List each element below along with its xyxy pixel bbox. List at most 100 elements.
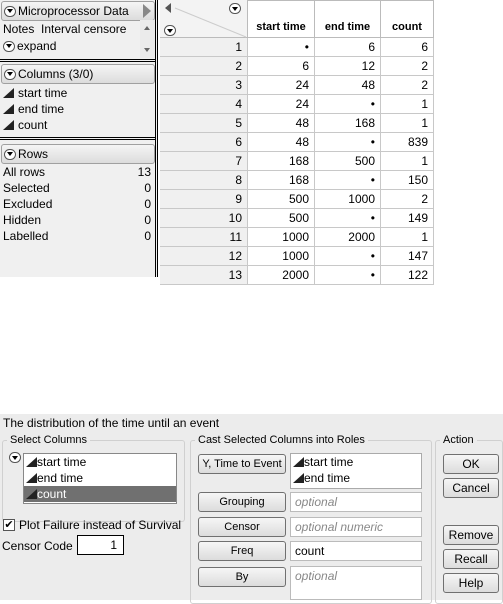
ok-button[interactable]: OK xyxy=(443,454,499,474)
table-cell[interactable]: 6 xyxy=(315,38,381,57)
disclosure-icon[interactable] xyxy=(3,40,15,52)
row-number[interactable]: 3 xyxy=(160,76,248,95)
scroll-up-icon[interactable] xyxy=(144,26,150,30)
table-row[interactable]: 9 500 1000 2 xyxy=(160,190,434,209)
table-cell[interactable]: 2 xyxy=(381,190,434,209)
by-button[interactable]: By xyxy=(198,567,286,587)
table-cell[interactable]: • xyxy=(315,247,381,266)
table-cell[interactable]: 2000 xyxy=(315,228,381,247)
table-row[interactable]: 3 24 48 2 xyxy=(160,76,434,95)
table-cell[interactable]: • xyxy=(315,133,381,152)
row-number[interactable]: 4 xyxy=(160,95,248,114)
table-row[interactable]: 7 168 500 1 xyxy=(160,152,434,171)
row-state-hidden[interactable]: Hidden 0 xyxy=(0,213,155,229)
table-cell[interactable]: 500 xyxy=(315,152,381,171)
row-number[interactable]: 6 xyxy=(160,133,248,152)
table-cell[interactable]: 122 xyxy=(381,266,434,285)
table-cell[interactable]: 1 xyxy=(381,95,434,114)
table-cell[interactable]: • xyxy=(248,38,315,57)
row-number[interactable]: 13 xyxy=(160,266,248,285)
table-cell[interactable]: • xyxy=(315,209,381,228)
table-cell[interactable]: 1 xyxy=(381,228,434,247)
disclosure-icon[interactable] xyxy=(4,5,16,17)
y-time-to-event-button[interactable]: Y, Time to Event xyxy=(198,454,286,474)
column-item[interactable]: count xyxy=(3,117,47,133)
row-state-excluded[interactable]: Excluded 0 xyxy=(0,197,155,213)
column-header-end-time[interactable]: end time xyxy=(315,0,381,38)
censor-field[interactable]: optional numeric xyxy=(290,517,422,537)
expand-row[interactable]: expand xyxy=(3,38,56,54)
table-row[interactable]: 12 1000 • 147 xyxy=(160,247,434,266)
select-columns-list[interactable]: start time end time count xyxy=(23,453,177,504)
table-cell[interactable]: 500 xyxy=(248,209,315,228)
row-state-all[interactable]: All rows 13 xyxy=(0,165,155,181)
row-number[interactable]: 1 xyxy=(160,38,248,57)
table-cell[interactable]: 150 xyxy=(381,171,434,190)
y-role-list[interactable]: start time end time xyxy=(290,453,422,489)
table-cell[interactable]: 839 xyxy=(381,133,434,152)
checkbox-checked-icon[interactable]: ✔ xyxy=(3,519,15,531)
rows-header[interactable]: Rows xyxy=(1,144,155,164)
table-row[interactable]: 4 24 • 1 xyxy=(160,95,434,114)
table-cell[interactable]: • xyxy=(315,266,381,285)
censor-code-input[interactable]: 1 xyxy=(77,535,124,555)
column-header-start-time[interactable]: start time xyxy=(248,0,315,38)
table-cell[interactable]: 2000 xyxy=(248,266,315,285)
grouping-field[interactable]: optional xyxy=(290,492,422,512)
scroll-down-icon[interactable] xyxy=(144,48,150,52)
recall-button[interactable]: Recall xyxy=(443,549,499,569)
table-cell[interactable]: 168 xyxy=(248,152,315,171)
table-row[interactable]: 1 • 6 6 xyxy=(160,38,434,57)
table-cell[interactable]: • xyxy=(315,95,381,114)
freq-button[interactable]: Freq xyxy=(198,541,286,561)
row-number[interactable]: 11 xyxy=(160,228,248,247)
column-item[interactable]: start time xyxy=(3,85,67,101)
row-number[interactable]: 5 xyxy=(160,114,248,133)
row-number[interactable]: 12 xyxy=(160,247,248,266)
collapse-panel-icon[interactable] xyxy=(143,4,151,18)
table-corner[interactable] xyxy=(160,0,248,38)
row-number[interactable]: 10 xyxy=(160,209,248,228)
table-cell[interactable]: 6 xyxy=(381,38,434,57)
by-field[interactable]: optional xyxy=(290,566,422,600)
columns-header[interactable]: Columns (3/0) xyxy=(1,64,155,84)
table-cell[interactable]: 149 xyxy=(381,209,434,228)
list-item[interactable]: start time xyxy=(24,454,176,470)
table-cell[interactable]: 147 xyxy=(381,247,434,266)
table-cell[interactable]: 1 xyxy=(381,152,434,171)
grouping-button[interactable]: Grouping xyxy=(198,492,286,512)
list-item-selected[interactable]: count xyxy=(24,486,176,502)
table-cell[interactable]: • xyxy=(315,171,381,190)
table-row[interactable]: 11 1000 2000 1 xyxy=(160,228,434,247)
row-number[interactable]: 9 xyxy=(160,190,248,209)
table-cell[interactable]: 12 xyxy=(315,57,381,76)
table-cell[interactable]: 6 xyxy=(248,57,315,76)
notes-scrollbar[interactable] xyxy=(140,20,155,58)
row-number[interactable]: 2 xyxy=(160,57,248,76)
table-row[interactable]: 10 500 • 149 xyxy=(160,209,434,228)
table-cell[interactable]: 1000 xyxy=(315,190,381,209)
row-number[interactable]: 8 xyxy=(160,171,248,190)
table-row[interactable]: 6 48 • 839 xyxy=(160,133,434,152)
notes-row[interactable]: Notes Interval censored le xyxy=(3,21,126,37)
table-row[interactable]: 13 2000 • 122 xyxy=(160,266,434,285)
disclosure-icon[interactable] xyxy=(4,148,16,160)
table-row[interactable]: 2 6 12 2 xyxy=(160,57,434,76)
table-cell[interactable]: 2 xyxy=(381,76,434,95)
help-button[interactable]: Help xyxy=(443,573,499,593)
table-cell[interactable]: 48 xyxy=(315,76,381,95)
row-state-labelled[interactable]: Labelled 0 xyxy=(0,229,155,245)
disclosure-icon[interactable] xyxy=(4,68,16,80)
table-cell[interactable]: 168 xyxy=(248,171,315,190)
cancel-button[interactable]: Cancel xyxy=(443,478,499,498)
list-item[interactable]: end time xyxy=(24,470,176,486)
column-item[interactable]: end time xyxy=(3,101,64,117)
table-cell[interactable]: 500 xyxy=(248,190,315,209)
table-cell[interactable]: 48 xyxy=(248,133,315,152)
table-cell[interactable]: 48 xyxy=(248,114,315,133)
column-header-count[interactable]: count xyxy=(381,0,434,38)
table-cell[interactable]: 168 xyxy=(315,114,381,133)
table-cell[interactable]: 1 xyxy=(381,114,434,133)
remove-button[interactable]: Remove xyxy=(443,525,499,545)
list-item[interactable]: end time xyxy=(291,470,421,486)
